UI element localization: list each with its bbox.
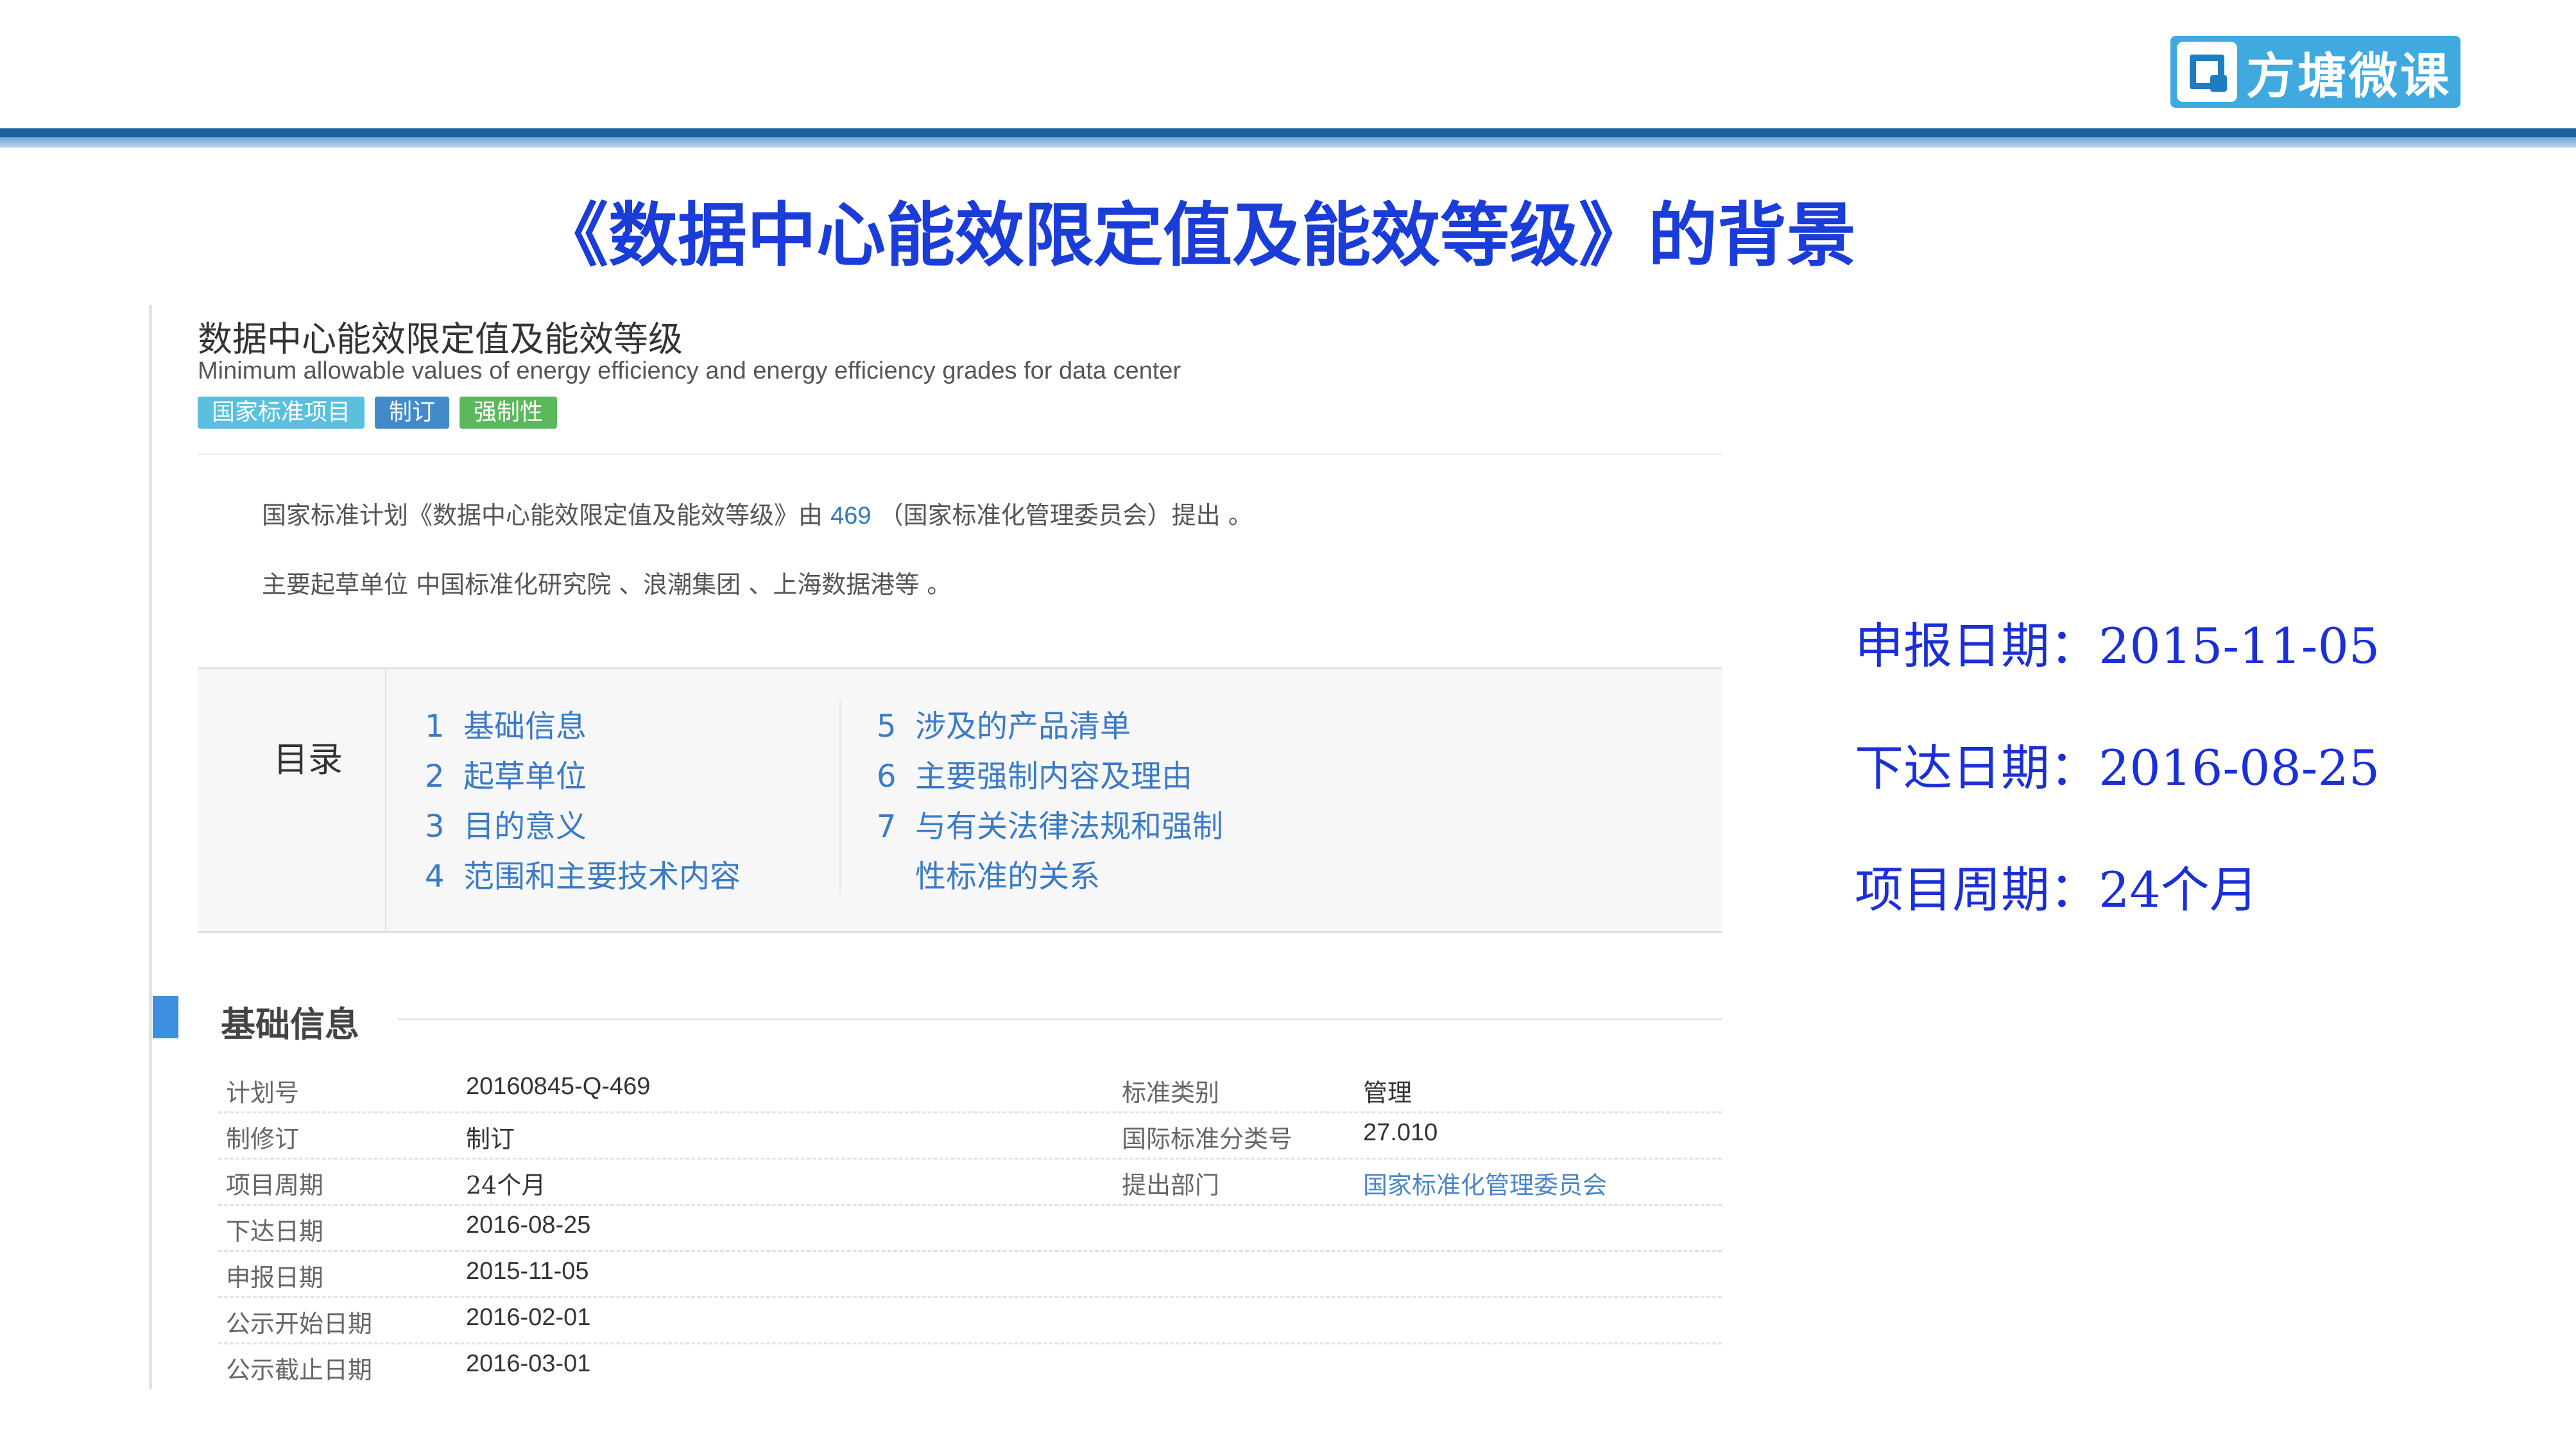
info-label: 项目周期: [226, 1171, 324, 1199]
info-row: 制修订 制订 国际标准分类号 27.010: [218, 1111, 1722, 1160]
toc-item-purpose[interactable]: 3 目的意义: [425, 801, 587, 846]
proposal-text: 国家标准计划《数据中心能效限定值及能效等级》由 469 （国家标准化管理委员会）…: [262, 495, 1253, 531]
proposal-text-pre: 国家标准计划《数据中心能效限定值及能效等级》由: [262, 501, 823, 529]
info-row: 计划号 20160845-Q-469 标准类别 管理: [218, 1065, 1722, 1113]
info-label: 下达日期: [226, 1217, 324, 1246]
info-value: 2015-11-05: [466, 1258, 589, 1285]
toc-item-basic-info[interactable]: 1 基础信息: [425, 701, 587, 746]
note-project-cycle: 项目周期：24个月: [1855, 861, 2258, 918]
toc-item-product-list[interactable]: 5 涉及的产品清单: [877, 701, 1131, 746]
section-marker: [153, 996, 178, 1038]
info-row: 公示开始日期 2016-02-01: [218, 1296, 1722, 1344]
info-value: 2016-08-25: [466, 1212, 591, 1239]
info-label: 申报日期: [226, 1264, 324, 1292]
info-row: 下达日期 2016-08-25: [218, 1204, 1722, 1252]
slide-title: 《数据中心能效限定值及能效等级》的背景: [539, 195, 1857, 276]
tag-national-standard[interactable]: 国家标准项目: [198, 397, 365, 429]
info-label: 公示开始日期: [226, 1310, 373, 1338]
section-divider: [398, 1018, 1722, 1020]
header-bar-gradient: [0, 137, 2576, 148]
info-value: 27.010: [1363, 1119, 1438, 1146]
info-label: 标准类别: [1122, 1079, 1220, 1107]
toc-item-drafting-units[interactable]: 2 起草单位: [425, 751, 587, 796]
toc-item-scope[interactable]: 4 范围和主要技术内容: [425, 851, 741, 896]
note-issue-date: 下达日期：2016-08-25: [1855, 739, 2380, 796]
toc-label-cell: 目录: [198, 669, 386, 931]
info-row: 项目周期 24个月 提出部门 国家标准化管理委员会: [218, 1158, 1722, 1206]
logo-icon: [2177, 42, 2237, 102]
info-value: 2016-02-01: [466, 1304, 591, 1331]
info-value: 20160845-Q-469: [466, 1073, 651, 1100]
info-value: 2016-03-01: [466, 1350, 591, 1377]
section-title-basic-info: 基础信息: [221, 1004, 359, 1045]
divider: [198, 454, 1722, 455]
brand-logo: 方塘微课: [2170, 36, 2460, 108]
info-label: 国际标准分类号: [1122, 1125, 1293, 1153]
header-bar: [0, 128, 2576, 137]
info-value: 管理: [1363, 1079, 1413, 1107]
info-label: 提出部门: [1122, 1171, 1220, 1199]
toc-label: 目录: [273, 739, 343, 780]
toc-item-legal-relation-cont[interactable]: 性标准的关系: [877, 851, 1100, 896]
standard-title: 数据中心能效限定值及能效等级: [198, 319, 683, 359]
info-label: 计划号: [226, 1079, 300, 1107]
panel-left-border: [149, 305, 152, 1389]
toc-column-divider: [839, 700, 841, 893]
info-label: 公示截止日期: [226, 1356, 373, 1384]
tag-mandatory[interactable]: 强制性: [459, 397, 558, 429]
table-of-contents: 目录 1 基础信息 2 起草单位 3 目的意义 4 范围和主要技术内容 5 涉及的产品清单…: [198, 667, 1722, 933]
standard-english-title: Minimum allowable values of energy effic…: [198, 357, 1181, 384]
info-value: 制订: [466, 1125, 515, 1153]
toc-item-legal-relation[interactable]: 7 与有关法律法规和强制: [877, 801, 1223, 846]
info-value: 24个月: [466, 1171, 546, 1199]
note-report-date: 申报日期：2015-11-05: [1855, 617, 2380, 674]
tag-formulate[interactable]: 制订: [375, 397, 450, 429]
logo-text: 方塘微课: [2246, 47, 2451, 105]
proposal-text-post: （国家标准化管理委员会）提出 。: [879, 501, 1253, 529]
department-link[interactable]: 国家标准化管理委员会: [1363, 1165, 1607, 1201]
info-row: 申报日期 2015-11-05: [218, 1250, 1722, 1298]
proposer-link[interactable]: 469: [830, 502, 871, 529]
info-row: 公示截止日期 2016-03-01: [218, 1342, 1722, 1389]
info-label: 制修订: [226, 1125, 300, 1153]
tag-list: 国家标准项目 制订 强制性: [198, 397, 558, 429]
drafters-text: 主要起草单位 中国标准化研究院 、浪潮集团 、上海数据港等 。: [262, 570, 952, 599]
toc-item-mandatory-content[interactable]: 6 主要强制内容及理由: [877, 751, 1192, 796]
